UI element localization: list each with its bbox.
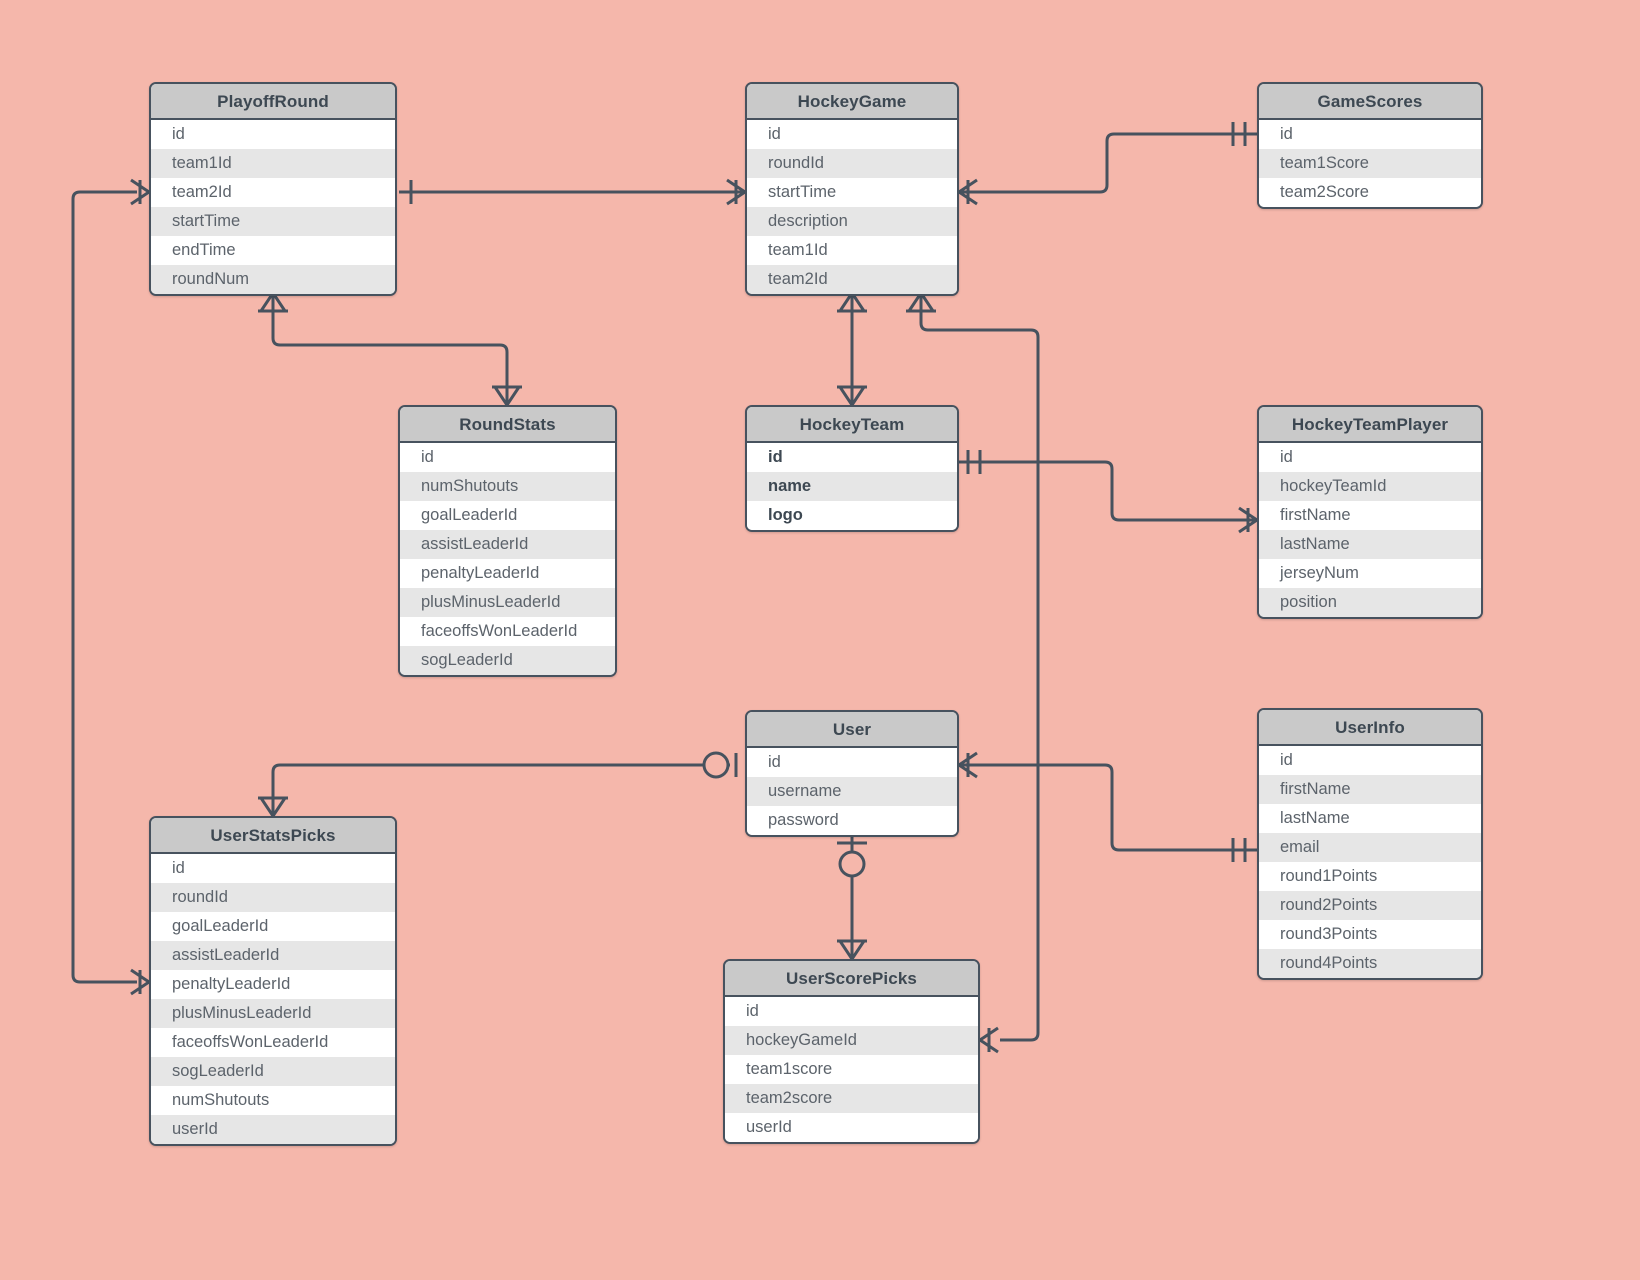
attribute-row[interactable]: endTime [151, 236, 395, 265]
attribute-row[interactable]: startTime [747, 178, 957, 207]
attribute-row[interactable]: plusMinusLeaderId [400, 588, 615, 617]
attribute-row[interactable]: id [747, 748, 957, 777]
entity-playoffround[interactable]: PlayoffRound id team1Id team2Id startTime end… [149, 82, 397, 296]
crowsfoot-userstatspicks-penalty [130, 968, 150, 996]
entity-userscorepicks[interactable]: UserScorePicks id hockeyGameId team1score te… [723, 959, 980, 1144]
entity-hockeyteamplayer[interactable]: HockeyTeamPlayer id hockeyTeamId firstName l… [1257, 405, 1483, 619]
attribute-row[interactable]: description [747, 207, 957, 236]
crowsfoot-roundstats-top [493, 386, 521, 406]
attribute-row[interactable]: firstName [1259, 501, 1481, 530]
attribute-row[interactable]: roundId [151, 883, 395, 912]
attribute-row[interactable]: team1Score [1259, 149, 1481, 178]
attribute-row[interactable]: id [747, 443, 957, 472]
entity-title-hockeyteamplayer: HockeyTeamPlayer [1259, 407, 1481, 443]
wire-user-userinfo [959, 763, 1257, 852]
attribute-row[interactable]: penaltyLeaderId [151, 970, 395, 999]
attribute-row[interactable]: lastName [1259, 804, 1481, 833]
attribute-row[interactable]: name [747, 472, 957, 501]
attribute-row[interactable]: id [747, 120, 957, 149]
attribute-row[interactable]: round1Points [1259, 862, 1481, 891]
attribute-row[interactable]: numShutouts [400, 472, 615, 501]
attribute-row[interactable]: goalLeaderId [400, 501, 615, 530]
attribute-row[interactable]: faceoffsWonLeaderId [151, 1028, 395, 1057]
attribute-row[interactable]: id [1259, 443, 1481, 472]
attribute-row[interactable]: team1Id [151, 149, 395, 178]
attribute-row[interactable]: round4Points [1259, 949, 1481, 978]
attribute-row[interactable]: id [1259, 746, 1481, 775]
attribute-row[interactable]: id [400, 443, 615, 472]
attribute-row[interactable]: id [1259, 120, 1481, 149]
attribute-row[interactable]: penaltyLeaderId [400, 559, 615, 588]
attribute-row[interactable]: roundNum [151, 265, 395, 294]
attribute-row[interactable]: firstName [1259, 775, 1481, 804]
entity-title-playoffround: PlayoffRound [151, 84, 395, 120]
entity-gamescores[interactable]: GameScores id team1Score team2Score [1257, 82, 1483, 209]
attribute-row[interactable]: logo [747, 501, 957, 530]
attribute-row[interactable]: username [747, 777, 957, 806]
entity-title-hockeygame: HockeyGame [747, 84, 957, 120]
attribute-row[interactable]: id [725, 997, 978, 1026]
zero-or-one-circle-user-left [702, 751, 730, 779]
er-diagram-canvas: PlayoffRound id team1Id team2Id startTime end… [0, 0, 1640, 1280]
attribute-row[interactable]: sogLeaderId [151, 1057, 395, 1086]
crowsfoot-playoffround-team2id [130, 178, 150, 206]
crowsfoot-hockeygame-starttime [726, 178, 746, 206]
attribute-row[interactable]: assistLeaderId [151, 941, 395, 970]
crowsfoot-hockeyteam-top [838, 386, 866, 406]
entity-userstatspicks[interactable]: UserStatsPicks id roundId goalLeaderId assis… [149, 816, 397, 1146]
crowsfoot-hockeygame-right [958, 178, 978, 206]
attribute-row[interactable]: userId [725, 1113, 978, 1142]
wire-hockeyteam-hockeyteamplayer [959, 460, 1257, 522]
attribute-row[interactable]: goalLeaderId [151, 912, 395, 941]
attribute-row[interactable]: team1Id [747, 236, 957, 265]
crowsfoot-hockeyteamplayer [1238, 506, 1258, 534]
entity-title-userinfo: UserInfo [1259, 710, 1481, 746]
crowsfoot-user-right [958, 751, 978, 779]
attribute-row[interactable]: team1score [725, 1055, 978, 1084]
crowsfoot-userscorepicks-gameid [979, 1026, 999, 1054]
entity-title-user: User [747, 712, 957, 748]
attribute-row[interactable]: email [1259, 833, 1481, 862]
crowsfoot-userscorepicks-top [838, 940, 866, 960]
attribute-row[interactable]: plusMinusLeaderId [151, 999, 395, 1028]
entity-title-gamescores: GameScores [1259, 84, 1481, 120]
wire-user-userstatspicks [271, 763, 730, 816]
attribute-row[interactable]: hockeyGameId [725, 1026, 978, 1055]
entity-roundstats[interactable]: RoundStats id numShutouts goalLeaderId assis… [398, 405, 617, 677]
attribute-row[interactable]: jerseyNum [1259, 559, 1481, 588]
entity-userinfo[interactable]: UserInfo id firstName lastName email round1Po… [1257, 708, 1483, 980]
entity-title-userscorepicks: UserScorePicks [725, 961, 978, 997]
attribute-row[interactable]: team2score [725, 1084, 978, 1113]
wire-playoffround-roundstats [271, 293, 509, 405]
attribute-row[interactable]: userId [151, 1115, 395, 1144]
attribute-row[interactable]: position [1259, 588, 1481, 617]
entity-title-hockeyteam: HockeyTeam [747, 407, 957, 443]
attribute-row[interactable]: numShutouts [151, 1086, 395, 1115]
attribute-row[interactable]: hockeyTeamId [1259, 472, 1481, 501]
attribute-row[interactable]: team2Id [151, 178, 395, 207]
attribute-row[interactable]: assistLeaderId [400, 530, 615, 559]
attribute-row[interactable]: team2Id [747, 265, 957, 294]
attribute-row[interactable]: id [151, 854, 395, 883]
zero-or-one-circle-user-bottom [838, 850, 866, 878]
wire-playoffround-userstatspicks [71, 190, 137, 984]
attribute-row[interactable]: round3Points [1259, 920, 1481, 949]
attribute-row[interactable]: lastName [1259, 530, 1481, 559]
attribute-row[interactable]: startTime [151, 207, 395, 236]
attribute-row[interactable]: id [151, 120, 395, 149]
entity-hockeygame[interactable]: HockeyGame id roundId startTime description t… [745, 82, 959, 296]
crowsfoot-userstatspicks-top [259, 797, 287, 817]
attribute-row[interactable]: password [747, 806, 957, 835]
wire-hockeygame-gamescores [959, 132, 1257, 194]
attribute-row[interactable]: round2Points [1259, 891, 1481, 920]
attribute-row[interactable]: roundId [747, 149, 957, 178]
entity-user[interactable]: User id username password [745, 710, 959, 837]
entity-title-roundstats: RoundStats [400, 407, 615, 443]
attribute-row[interactable]: sogLeaderId [400, 646, 615, 675]
entity-hockeyteam[interactable]: HockeyTeam id name logo [745, 405, 959, 532]
attribute-row[interactable]: faceoffsWonLeaderId [400, 617, 615, 646]
attribute-row[interactable]: team2Score [1259, 178, 1481, 207]
entity-title-userstatspicks: UserStatsPicks [151, 818, 395, 854]
